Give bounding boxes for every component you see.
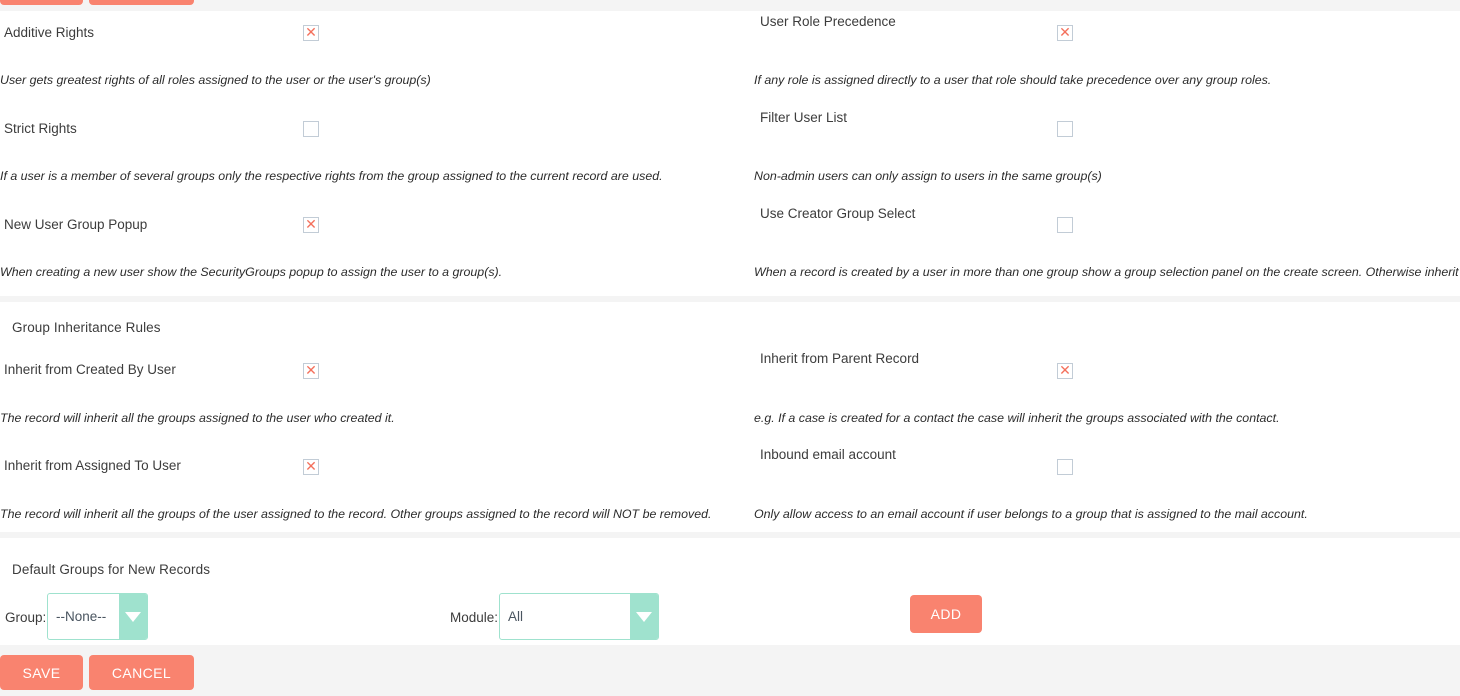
checkbox-filter-user-list[interactable]: ✕ <box>1057 121 1073 137</box>
label-inherit-from-parent-record: Inherit from Parent Record <box>760 351 920 366</box>
module-select-value: All <box>508 609 524 624</box>
label-additive-rights: Additive Rights <box>4 25 95 40</box>
add-button[interactable]: ADD <box>910 595 982 633</box>
label-strict-rights: Strict Rights <box>4 121 77 136</box>
group-select-value: --None-- <box>56 609 107 624</box>
label-user-role-precedence: User Role Precedence <box>760 14 896 29</box>
checkbox-additive-rights[interactable]: ✕ <box>303 25 319 41</box>
chevron-down-icon[interactable] <box>630 594 658 639</box>
action-bar: SAVE CANCEL <box>0 645 1460 696</box>
label-inherit-from-assigned-to-user: Inherit from Assigned To User <box>4 458 181 473</box>
check-mark-icon: ✕ <box>305 25 317 41</box>
cancel-button[interactable]: CANCEL <box>89 655 194 690</box>
security-settings-panel: Additive Rights ✕ User gets greatest rig… <box>0 11 1460 296</box>
checkbox-new-user-group-popup[interactable]: ✕ <box>303 217 319 233</box>
securitysuite-settings-screen: Additive Rights ✕ User gets greatest rig… <box>0 0 1460 696</box>
label-group: Group: <box>5 610 47 625</box>
checkbox-strict-rights[interactable]: ✕ <box>303 121 319 137</box>
help-inbound-email-account: Only allow access to an email account if… <box>754 507 1308 521</box>
help-filter-user-list: Non-admin users can only assign to users… <box>754 169 1102 183</box>
help-inherit-from-created-by-user: The record will inherit all the groups a… <box>0 411 395 425</box>
label-filter-user-list: Filter User List <box>760 110 848 125</box>
help-additive-rights: User gets greatest rights of all roles a… <box>0 73 431 87</box>
help-inherit-from-parent-record: e.g. If a case is created for a contact … <box>754 411 1280 425</box>
group-select[interactable]: --None-- <box>47 593 148 640</box>
checkbox-inherit-from-assigned-to-user[interactable]: ✕ <box>303 459 319 475</box>
checkbox-inbound-email-account[interactable]: ✕ <box>1057 459 1073 475</box>
help-use-creator-group-select: When a record is created by a user in mo… <box>754 265 1460 279</box>
clipped-button-strip <box>0 0 1460 11</box>
checkbox-use-creator-group-select[interactable]: ✕ <box>1057 217 1073 233</box>
help-new-user-group-popup: When creating a new user show the Securi… <box>0 265 503 279</box>
checkbox-inherit-from-parent-record[interactable]: ✕ <box>1057 363 1073 379</box>
help-user-role-precedence: If any role is assigned directly to a us… <box>754 73 1272 87</box>
save-button-clipped[interactable] <box>0 0 83 5</box>
module-select[interactable]: All <box>499 593 659 640</box>
check-mark-icon: ✕ <box>305 217 317 233</box>
panel-title-default-groups-for-new-records: Default Groups for New Records <box>12 562 211 577</box>
panel-title-group-inheritance-rules: Group Inheritance Rules <box>12 320 161 335</box>
save-button[interactable]: SAVE <box>0 655 83 690</box>
label-inherit-from-created-by-user: Inherit from Created By User <box>4 362 176 377</box>
label-module: Module: <box>450 610 499 625</box>
checkbox-inherit-from-created-by-user[interactable]: ✕ <box>303 363 319 379</box>
check-mark-icon: ✕ <box>305 459 317 475</box>
chevron-down-icon[interactable] <box>119 594 147 639</box>
label-new-user-group-popup: New User Group Popup <box>4 217 148 232</box>
check-mark-icon: ✕ <box>305 363 317 379</box>
label-use-creator-group-select: Use Creator Group Select <box>760 206 916 221</box>
help-inherit-from-assigned-to-user: The record will inherit all the groups o… <box>0 507 712 521</box>
label-inbound-email-account: Inbound email account <box>760 447 896 462</box>
help-strict-rights: If a user is a member of several groups … <box>0 169 663 183</box>
checkbox-user-role-precedence[interactable]: ✕ <box>1057 25 1073 41</box>
check-mark-icon: ✕ <box>1059 25 1071 41</box>
default-groups-panel: Default Groups for New Records Group: --… <box>0 538 1460 645</box>
group-inheritance-panel: Group Inheritance Rules Inherit from Cre… <box>0 302 1460 532</box>
check-mark-icon: ✕ <box>1059 363 1071 379</box>
cancel-button-clipped[interactable] <box>89 0 194 5</box>
